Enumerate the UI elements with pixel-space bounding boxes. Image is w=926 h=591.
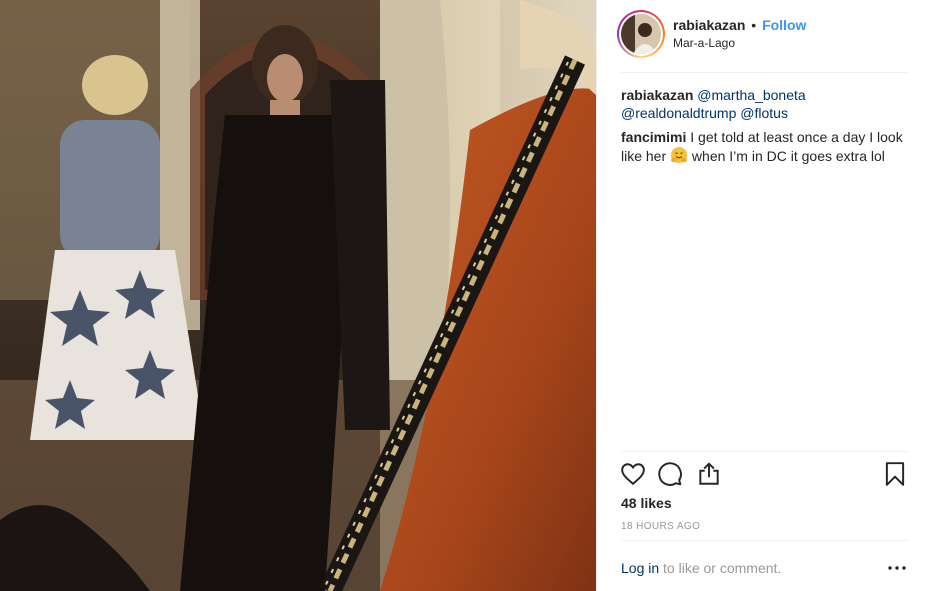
- more-options-icon: [888, 566, 906, 570]
- likes-count[interactable]: 48 likes: [621, 495, 672, 511]
- post-photo-image: [0, 0, 596, 591]
- comment-item: fancimimi I get told at least once a day…: [621, 128, 913, 165]
- follow-button[interactable]: Follow: [762, 17, 806, 33]
- login-prompt-text: to like or comment.: [663, 560, 782, 576]
- action-bar: [617, 458, 912, 490]
- comment-button[interactable]: [654, 458, 686, 490]
- post-header: rabiakazan • Follow Mar-a-Lago: [597, 0, 926, 72]
- post-location[interactable]: Mar-a-Lago: [673, 36, 735, 50]
- heart-icon: [621, 463, 645, 486]
- post-photo[interactable]: [0, 0, 596, 591]
- save-button[interactable]: [879, 458, 911, 490]
- post-username[interactable]: rabiakazan: [673, 17, 745, 33]
- divider: [621, 451, 908, 452]
- avatar-image: [621, 14, 661, 54]
- more-options-button[interactable]: [885, 558, 909, 578]
- post-timestamp[interactable]: 18 HOURS AGO: [621, 521, 700, 532]
- separator-dot: •: [751, 17, 757, 33]
- bookmark-icon: [885, 462, 905, 486]
- share-button[interactable]: [693, 458, 725, 490]
- mention-link[interactable]: @martha_boneta: [697, 87, 805, 103]
- login-prompt: Log in to like or comment.: [621, 560, 781, 576]
- share-icon: [699, 462, 719, 485]
- mention-link[interactable]: @realdonaldtrump: [621, 105, 736, 121]
- post-details-panel: rabiakazan • Follow Mar-a-Lago rabiakaza…: [596, 0, 926, 591]
- mention-link[interactable]: @flotus: [740, 105, 788, 121]
- login-link[interactable]: Log in: [621, 560, 659, 576]
- like-button[interactable]: [617, 458, 649, 490]
- hugging-face-emoji-icon: [670, 146, 688, 164]
- comment-username[interactable]: rabiakazan: [621, 87, 693, 103]
- comment-icon: [658, 462, 682, 486]
- comment-username[interactable]: fancimimi: [621, 129, 686, 145]
- divider: [621, 540, 908, 541]
- comments-list: rabiakazan @martha_boneta @realdonaldtru…: [621, 86, 913, 171]
- comment-text: when I’m in DC it goes extra lol: [691, 148, 885, 164]
- comment-item: rabiakazan @martha_boneta @realdonaldtru…: [621, 86, 913, 122]
- divider: [621, 72, 908, 73]
- avatar[interactable]: [617, 10, 665, 58]
